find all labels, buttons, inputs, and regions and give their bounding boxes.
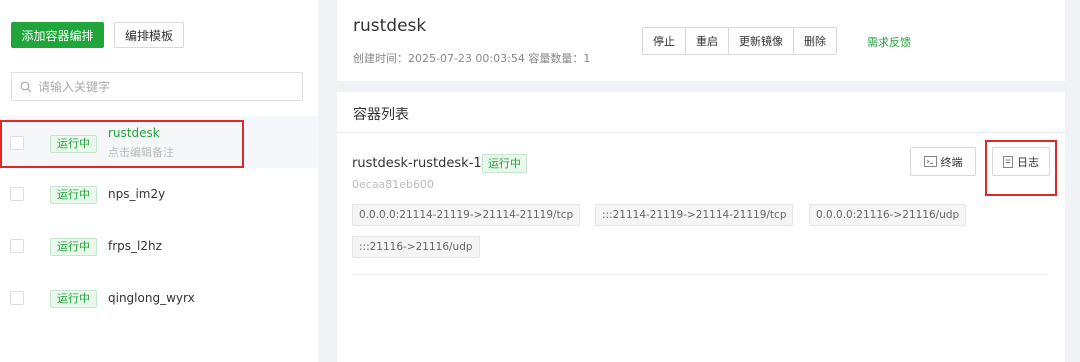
item-name[interactable]: frps_l2hz	[108, 239, 162, 253]
highlight-box-log-button	[985, 140, 1057, 196]
item-name[interactable]: nps_im2y	[108, 187, 165, 201]
compose-header: rustdesk 创建时间：2025-07-23 00:03:54 容量数量：1…	[337, 0, 1065, 81]
card-title: 容器列表	[353, 107, 409, 123]
compose-template-button[interactable]: 编排模板	[114, 22, 184, 48]
search-icon	[20, 81, 32, 92]
status-badge: 运行中	[50, 186, 97, 204]
list-item-qinglong[interactable]: 运行中 qinglong_wyrx	[0, 272, 318, 324]
update-image-button[interactable]: 更新镜像	[728, 27, 794, 55]
highlight-box-selected-item	[0, 120, 244, 168]
status-badge: 运行中	[50, 290, 97, 308]
terminal-button-label: 终端	[940, 155, 963, 169]
compose-meta: 创建时间：2025-07-23 00:03:54 容量数量：1	[353, 52, 591, 65]
search-input[interactable]	[38, 79, 288, 94]
feedback-link[interactable]: 需求反馈	[867, 34, 911, 50]
status-badge: 运行中	[50, 238, 97, 256]
terminal-button[interactable]: 终端	[910, 147, 976, 176]
port-tag: 0.0.0.0:21116->21116/udp	[809, 204, 967, 226]
restart-button[interactable]: 重启	[685, 27, 729, 55]
item-name[interactable]: qinglong_wyrx	[108, 291, 195, 305]
stop-button[interactable]: 停止	[642, 27, 686, 55]
item-checkbox[interactable]	[10, 239, 24, 253]
delete-button[interactable]: 删除	[793, 27, 837, 55]
item-checkbox[interactable]	[10, 187, 24, 201]
container-id: 0ecaa81eb600	[352, 178, 435, 191]
container-name: rustdesk-rustdesk-1	[352, 156, 482, 171]
action-button-group: 停止 重启 更新镜像 删除	[642, 27, 837, 55]
port-tag: :::21116->21116/udp	[352, 236, 480, 258]
container-list-card: 容器列表 rustdesk-rustdesk-1 运行中 0ecaa81eb60…	[337, 92, 1065, 362]
status-badge: 运行中	[482, 154, 527, 173]
port-tag: :::21114-21119->21114-21119/tcp	[595, 204, 794, 226]
item-checkbox[interactable]	[10, 291, 24, 305]
add-compose-button[interactable]: 添加容器编排	[11, 22, 104, 48]
list-item-nps[interactable]: 运行中 nps_im2y	[0, 168, 318, 220]
divider	[352, 274, 1048, 275]
divider	[337, 132, 1065, 133]
port-tag: 0.0.0.0:21114-21119->21114-21119/tcp	[352, 204, 581, 226]
sidebar: 添加容器编排 编排模板 运行中 rustdesk 点击编辑备注 运行中 nps_…	[0, 0, 318, 362]
page-title: rustdesk	[353, 16, 427, 36]
search-box[interactable]	[11, 72, 303, 101]
terminal-icon	[923, 156, 937, 167]
list-item-frps[interactable]: 运行中 frps_l2hz	[0, 220, 318, 272]
